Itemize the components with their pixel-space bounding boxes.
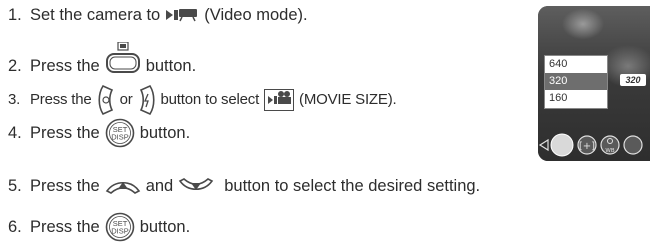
- step-text: button.: [139, 218, 191, 236]
- menu-option-selected: 320: [545, 73, 607, 90]
- step-number: 2.: [8, 57, 22, 75]
- step-6: 6. Press the SET DISP button.: [8, 212, 190, 242]
- step-text: Press the: [30, 57, 100, 75]
- left-arrow-icon: [538, 138, 549, 152]
- svg-text:DISP: DISP: [111, 133, 129, 142]
- step-text: Press the: [30, 91, 92, 108]
- menu-button-icon: [105, 42, 141, 74]
- step-3: 3. Press the or button to select (MOVIE …: [8, 83, 397, 117]
- step-4: 4. Press the SET DISP button.: [8, 116, 190, 150]
- step-number: 5.: [8, 177, 22, 195]
- video-mode-icon: [165, 8, 199, 22]
- camera-lcd-screenshot: 640 320 160 320 [+] WB: [538, 6, 650, 161]
- step-5: 5. Press the and button to select the de…: [8, 176, 480, 196]
- movie-size-icon: [264, 89, 295, 111]
- right-flash-button-icon: [138, 84, 156, 116]
- step-text: Press the: [30, 124, 100, 142]
- step-number: 3.: [8, 91, 21, 108]
- selected-circle-icon: [550, 133, 574, 157]
- partial-icon: [623, 135, 643, 155]
- step-text: or: [119, 91, 133, 108]
- step-text: and: [145, 177, 174, 195]
- set-disp-button-icon: SET DISP: [105, 118, 135, 148]
- movie-size-badge: 320: [620, 74, 646, 86]
- step-text: Set the camera to: [30, 6, 161, 24]
- step-text: Press the: [30, 218, 100, 236]
- menu-option: 640: [549, 58, 568, 70]
- step-text: Press the: [30, 177, 100, 195]
- up-button-icon: [105, 178, 141, 194]
- movie-size-menu: 640 320 160: [544, 55, 608, 109]
- svg-text:DISP: DISP: [111, 227, 129, 236]
- svg-text:WB: WB: [605, 148, 614, 154]
- step-2: 2. Press the button.: [8, 40, 196, 76]
- step-text: button to select the desired setting.: [224, 177, 481, 195]
- white-balance-icon: WB: [600, 135, 620, 155]
- step-number: 4.: [8, 124, 22, 142]
- step-text: (Video mode).: [204, 6, 308, 24]
- step-text: button.: [145, 57, 197, 75]
- down-button-icon: [178, 178, 214, 194]
- step-text: button.: [139, 124, 191, 142]
- step-number: 6.: [8, 218, 22, 236]
- menu-option: 160: [549, 92, 568, 104]
- left-arrow-button-icon: [97, 84, 115, 116]
- step-text: (MOVIE SIZE).: [299, 91, 397, 108]
- step-text: button to select: [160, 91, 260, 108]
- svg-text:[+]: [+]: [579, 141, 595, 152]
- step-1: 1. Set the camera to (Video mode).: [8, 5, 308, 25]
- step-number: 1.: [8, 6, 22, 24]
- exposure-icon: [+]: [577, 135, 597, 155]
- set-disp-button-icon: SET DISP: [105, 212, 135, 242]
- lcd-icon-row: [+] WB: [538, 131, 650, 159]
